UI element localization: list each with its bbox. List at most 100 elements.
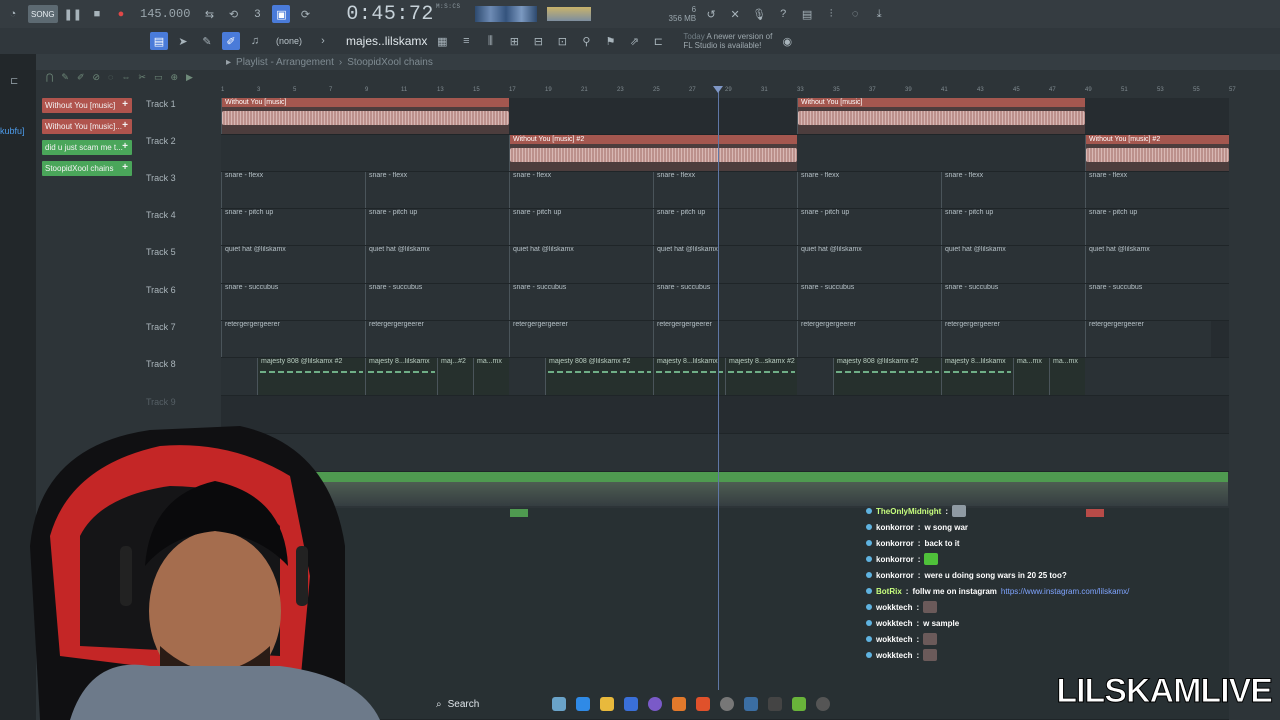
chat-username[interactable]: wokktech	[876, 619, 912, 628]
stop-button[interactable]: ■	[88, 5, 106, 23]
slip-icon[interactable]: ⇔	[121, 72, 130, 83]
plugin-icon[interactable]: ⊞	[505, 32, 523, 50]
pattern-clip[interactable]: quiet hat @lilskamx	[653, 246, 797, 283]
wait-input-icon[interactable]: ⟲	[224, 5, 242, 23]
pattern-clip[interactable]: snare - pitch up	[797, 209, 941, 245]
pattern-clip[interactable]: snare - flexx	[941, 172, 1085, 208]
track-header[interactable]: Track 2	[146, 136, 218, 146]
help-icon[interactable]: ?	[774, 5, 792, 23]
pattern-clip[interactable]: snare - pitch up	[365, 209, 509, 245]
audio-clip[interactable]: Without You [music]	[797, 98, 1085, 134]
pattern-clip[interactable]: retergergergeerer	[653, 321, 797, 357]
pattern-clip[interactable]: quiet hat @lilskamx	[509, 246, 653, 283]
piano-roll-icon[interactable]: ▦	[433, 32, 451, 50]
slice-icon[interactable]: ✂	[138, 72, 146, 83]
app-icon[interactable]	[816, 697, 830, 711]
countdown-icon[interactable]: 3	[248, 5, 266, 23]
current-pattern[interactable]: majes..lilskamx	[346, 34, 427, 48]
picker-clip[interactable]: Without You [music] +	[42, 98, 132, 113]
pattern-clip[interactable]: snare - flexx	[653, 172, 797, 208]
brave-icon[interactable]	[696, 697, 710, 711]
track-lane[interactable]: snare - succubus snare - succubus snare …	[221, 284, 1229, 321]
mute-icon[interactable]: ◌	[108, 72, 113, 83]
arrangement-name[interactable]: StoopidXool chains	[347, 57, 433, 68]
stamp-icon[interactable]: ⚑	[601, 32, 619, 50]
pattern-clip[interactable]: snare - succubus	[509, 284, 653, 320]
mixer-view-icon[interactable]: ⫼	[481, 32, 499, 50]
discord-icon[interactable]	[648, 697, 662, 711]
pattern-clip[interactable]: majesty 8...lilskamx	[365, 358, 437, 395]
add-clip-icon[interactable]: +	[122, 99, 128, 110]
pattern-clip[interactable]: retergergergeerer	[941, 321, 1085, 357]
file-explorer-icon[interactable]	[600, 697, 614, 711]
chat-username[interactable]: konkorror	[876, 571, 914, 580]
pattern-clip[interactable]: snare - succubus	[1085, 284, 1229, 320]
picker-clip[interactable]: Without You [music]... +	[42, 119, 132, 134]
record-button[interactable]: ●	[112, 5, 130, 23]
track-header[interactable]: Track 7	[146, 322, 218, 332]
track-header[interactable]: Track 1	[146, 99, 218, 109]
pattern-clip[interactable]: ma...mx	[1049, 358, 1085, 395]
pattern-clip[interactable]: retergergergeerer	[221, 321, 365, 357]
pattern-clip[interactable]: snare - succubus	[941, 284, 1085, 320]
track-header[interactable]: Track 8	[146, 359, 218, 369]
pattern-clip[interactable]: snare - flexx	[797, 172, 941, 208]
chat-username[interactable]: wokktech	[876, 651, 912, 660]
pattern-clip[interactable]: majesty 8...skamx #2	[725, 358, 797, 395]
picker-clip[interactable]: did u just scam me t... +	[42, 140, 132, 155]
pattern-clip[interactable]: snare - flexx	[221, 172, 365, 208]
playback-icon[interactable]: ▶	[186, 72, 193, 83]
track-lane[interactable]: retergergergeerer retergergergeerer rete…	[221, 321, 1229, 358]
browser-item[interactable]: kubfu]	[0, 126, 25, 136]
chat-username[interactable]: wokktech	[876, 635, 912, 644]
undo-icon[interactable]: ↺	[702, 5, 720, 23]
pattern-clip[interactable]: ma...mx	[473, 358, 509, 395]
news-panel[interactable]: Today A newer version of FL Studio is ava…	[683, 32, 772, 50]
pattern-clip[interactable]: quiet hat @lilskamx	[365, 246, 509, 283]
pattern-clip[interactable]: snare - pitch up	[509, 209, 653, 245]
pattern-clip[interactable]: snare - pitch up	[221, 209, 365, 245]
pattern-clip[interactable]: snare - pitch up	[653, 209, 797, 245]
playhead-marker[interactable]	[713, 86, 723, 93]
timeline-ruler[interactable]: 1 3 5 7 9 11 13 15 17 19 21 23 25 27 29 31 33 35 37 39 41 43 4…	[221, 86, 1265, 96]
pattern-selector[interactable]: (none)	[276, 36, 302, 46]
pattern-clip[interactable]: quiet hat @lilskamx	[221, 246, 365, 283]
save-icon[interactable]: ▤	[798, 5, 816, 23]
pattern-clip[interactable]: snare - succubus	[221, 284, 365, 320]
steam-icon[interactable]	[744, 697, 758, 711]
pattern-clip[interactable]: snare - succubus	[653, 284, 797, 320]
nvidia-icon[interactable]	[792, 697, 806, 711]
audio-clip[interactable]: Without You [music]	[221, 98, 509, 134]
chat-username[interactable]: konkorror	[876, 539, 914, 548]
chat-username[interactable]: BotRix	[876, 587, 902, 596]
obs-icon[interactable]	[720, 697, 734, 711]
blend-recording-icon[interactable]: ▣	[272, 5, 291, 23]
loop-record-icon[interactable]: ⟳	[296, 5, 314, 23]
add-clip-icon[interactable]: +	[122, 162, 128, 173]
fl-menu-icon[interactable]: ◔	[4, 5, 22, 23]
track-lane[interactable]: Without You [music] #2 Without You [musi…	[221, 135, 1229, 172]
store-icon[interactable]	[624, 697, 638, 711]
pattern-clip[interactable]: quiet hat @lilskamx	[1085, 246, 1229, 283]
pattern-clip[interactable]: retergergergeerer	[365, 321, 509, 357]
copilot-icon[interactable]	[576, 697, 590, 711]
pause-button[interactable]: ❚❚	[64, 5, 82, 23]
track-header[interactable]: Track 3	[146, 173, 218, 183]
pattern-clip[interactable]: majesty 808 @lilskamx #2	[257, 358, 365, 395]
template-icon[interactable]: ⊏	[649, 32, 667, 50]
draw-tool-icon[interactable]: ✎	[198, 32, 216, 50]
track-lane[interactable]: quiet hat @lilskamx quiet hat @lilskamx …	[221, 246, 1229, 284]
fl-studio-icon[interactable]	[672, 697, 686, 711]
zoom-icon[interactable]: ⊕	[170, 72, 178, 83]
pattern-clip[interactable]: retergergergeerer	[1085, 321, 1211, 357]
pattern-clip[interactable]: snare - succubus	[365, 284, 509, 320]
tool-icon[interactable]: ⊡	[553, 32, 571, 50]
pattern-clip[interactable]: snare - flexx	[509, 172, 653, 208]
track-lane[interactable]: majesty 808 @lilskamx #2 majesty 8...lil…	[221, 358, 1229, 396]
track-header[interactable]: Track 4	[146, 210, 218, 220]
pattern-clip[interactable]: majesty 8...lilskamx	[653, 358, 725, 395]
pattern-clip[interactable]: retergergergeerer	[509, 321, 653, 357]
pattern-clip[interactable]: retergergergeerer	[797, 321, 941, 357]
plug-icon[interactable]: ⚲	[577, 32, 595, 50]
tempo-display[interactable]: 145.000	[140, 7, 190, 21]
